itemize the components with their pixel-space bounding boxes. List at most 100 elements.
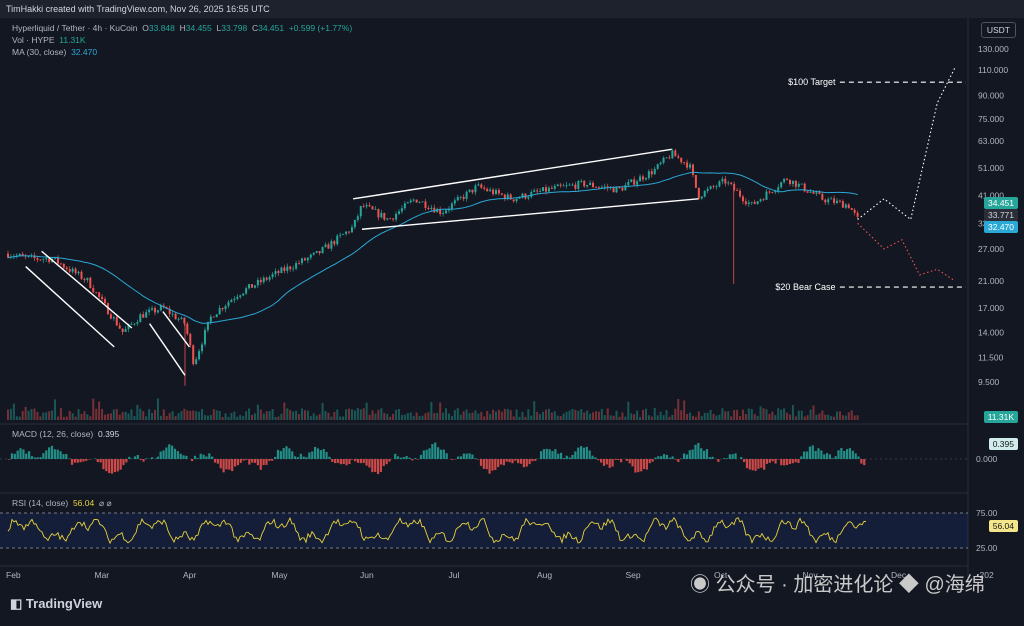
volume-bar: [586, 410, 589, 420]
macd-bar: [348, 459, 351, 465]
macd-bar: [208, 453, 211, 459]
macd-bar: [388, 459, 391, 462]
candle-body: [130, 323, 133, 325]
candle-body: [201, 344, 204, 352]
macd-bar: [311, 451, 314, 459]
macd-bar: [13, 453, 16, 459]
volume-bar: [436, 412, 439, 420]
macd-bar: [328, 456, 331, 459]
candle-body: [153, 308, 156, 313]
macd-bar: [336, 459, 340, 464]
volume-bar: [80, 413, 83, 420]
candle-body: [492, 189, 495, 195]
volume-bar: [242, 416, 245, 420]
volume-bar: [847, 412, 850, 420]
candle-body: [348, 231, 351, 233]
volume-bar: [606, 408, 609, 420]
volume-bar: [142, 411, 145, 420]
volume-bar: [265, 411, 268, 420]
falling-channel-1-lower: [25, 266, 115, 348]
candle-body: [547, 187, 550, 192]
currency-button[interactable]: USDT: [980, 22, 1016, 38]
macd-histogram: [8, 442, 866, 475]
macd-bar: [10, 453, 14, 459]
volume-bar: [303, 410, 306, 420]
volume-bar: [127, 413, 130, 420]
volume-bar: [433, 413, 436, 420]
candle-body: [345, 231, 348, 234]
volume-bar: [292, 411, 295, 420]
candle-body: [836, 200, 839, 203]
candle-body: [342, 233, 345, 235]
volume-bar: [153, 410, 156, 420]
candle-body: [594, 186, 597, 188]
macd-bar: [668, 457, 671, 459]
volume-bar: [665, 410, 668, 420]
volume-bar: [397, 409, 400, 420]
macd-bar: [602, 459, 606, 466]
tradingview-logo[interactable]: ◧ TradingView: [10, 596, 102, 612]
volume-bar: [162, 409, 165, 420]
candle-body: [739, 190, 742, 197]
macd-bar: [256, 459, 260, 466]
macd-bar: [465, 453, 468, 459]
volume-bar: [830, 416, 833, 420]
macd-legend[interactable]: MACD (12, 26, close) 0.395: [12, 429, 119, 440]
macd-bar: [665, 454, 668, 459]
volume-bar: [262, 413, 265, 420]
candle-body: [662, 157, 665, 163]
candle-body: [712, 186, 715, 187]
candle-body: [715, 186, 718, 188]
chart-root: TimHakki created with TradingView.com, N…: [0, 0, 1024, 626]
macd-bar: [519, 459, 523, 464]
rsi-legend[interactable]: RSI (14, close) 56.04 ⌀ ⌀: [12, 498, 112, 509]
macd-bar: [133, 456, 137, 459]
macd-bar: [677, 459, 680, 462]
macd-bar: [45, 450, 48, 459]
ma-legend[interactable]: MA (30, close) 32.470: [12, 47, 97, 58]
symbol-legend[interactable]: Hyperliquid / Tether · 4h · KuCoin O33.8…: [12, 23, 352, 34]
candle-body: [83, 278, 86, 281]
candle-body: [641, 176, 644, 180]
macd-bar: [442, 449, 445, 459]
candle-body: [853, 209, 856, 213]
volume-bar: [377, 409, 380, 420]
candlestick-chart[interactable]: 130.000110.00090.00075.00063.00051.00041…: [0, 0, 1024, 626]
volume-bar: [589, 413, 592, 420]
volume-bar: [471, 412, 474, 420]
macd-bar: [508, 459, 511, 463]
macd-bar: [176, 451, 179, 459]
volume-bar: [7, 409, 9, 420]
macd-bar: [482, 459, 485, 469]
volume-bar: [821, 410, 824, 420]
candle-body: [445, 210, 448, 214]
candle-body: [768, 191, 771, 193]
macd-bar: [8, 459, 11, 460]
volume-bar: [674, 408, 677, 420]
volume-bar: [86, 414, 89, 420]
macd-bar: [68, 458, 71, 459]
candle-body: [797, 183, 800, 187]
macd-bar: [783, 459, 786, 466]
volume-bar: [786, 412, 789, 420]
candle-body: [386, 218, 389, 220]
volume-bar: [656, 415, 659, 420]
volume-bar: [215, 410, 218, 420]
volume-bar: [495, 411, 498, 420]
volume-bar: [330, 416, 333, 420]
candle-body: [324, 244, 327, 248]
macd-bar: [794, 459, 797, 463]
macd-bar: [439, 449, 443, 459]
candle-body: [647, 171, 650, 179]
high-value: 34.455: [185, 23, 212, 33]
candle-body: [794, 180, 797, 187]
volume-bar: [348, 408, 351, 420]
macd-bar: [571, 454, 574, 459]
macd-bar: [182, 455, 185, 459]
volume-bar: [374, 413, 377, 420]
volume-bar: [148, 409, 151, 420]
macd-bar: [774, 459, 777, 464]
macd-bar: [371, 459, 374, 473]
candle-body: [483, 187, 486, 189]
volume-legend[interactable]: Vol · HYPE 11.31K: [12, 35, 86, 46]
